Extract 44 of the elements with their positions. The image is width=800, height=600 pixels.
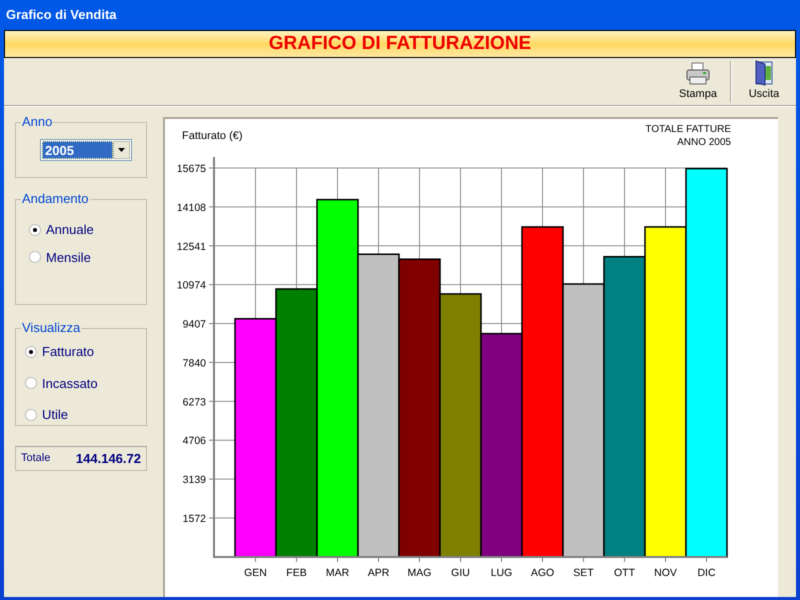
tick-label: 6273 xyxy=(182,396,206,408)
total-label: Totale xyxy=(21,451,50,466)
toolbar-button[interactable]: Stampa xyxy=(670,60,726,104)
radio-button[interactable] xyxy=(29,224,41,236)
tick-label: GIU xyxy=(451,567,470,579)
tick-label: 3139 xyxy=(182,474,206,486)
tick-label: 10974 xyxy=(176,280,206,292)
tick-label: 7840 xyxy=(182,357,206,370)
radio-label[interactable]: Utile xyxy=(42,405,68,424)
total-value: 144.146.72 xyxy=(76,450,141,468)
tick-label: 1572 xyxy=(182,513,206,525)
radio-button[interactable] xyxy=(29,251,41,264)
window-title: Grafico di Vendita xyxy=(6,6,117,24)
radio-label[interactable]: Mensile xyxy=(46,248,91,267)
tick-label: DIC xyxy=(697,567,716,579)
tick-label: 4706 xyxy=(182,435,206,448)
tick-label: OTT xyxy=(614,567,635,579)
tick-label: APR xyxy=(368,567,390,579)
tick-label: AGO xyxy=(530,567,554,579)
tick-label: MAR xyxy=(326,567,350,579)
tick-label: 14108 xyxy=(176,202,206,214)
radio-button[interactable] xyxy=(25,377,37,390)
year-dropdown[interactable]: 2005 xyxy=(40,139,132,161)
tick-label: 12541 xyxy=(176,240,206,253)
chart-caption: TOTALE FATTURE xyxy=(645,123,731,136)
toolbar-button[interactable]: Uscita xyxy=(736,60,792,104)
tick-label: LUG xyxy=(490,567,512,579)
axis-title: Fatturato (€) xyxy=(182,129,243,144)
radio-label[interactable]: Annuale xyxy=(46,220,94,240)
tick-label: FEB xyxy=(286,567,307,579)
tick-label: 9407 xyxy=(182,318,206,331)
door-icon xyxy=(753,60,775,86)
banner-title: GRAFICO DI FATTURAZIONE xyxy=(268,32,532,56)
tick-label: MAG xyxy=(408,567,432,579)
tick-label: 15675 xyxy=(176,163,206,175)
radio-button[interactable] xyxy=(25,408,37,421)
tick-label: SET xyxy=(573,567,594,579)
radio-button[interactable] xyxy=(25,346,37,358)
tick-label: NOV xyxy=(654,567,677,579)
printer-icon xyxy=(685,62,711,86)
radio-label[interactable]: Fatturato xyxy=(42,342,94,362)
radio-label[interactable]: Incassato xyxy=(42,374,98,393)
chart-caption: ANNO 2005 xyxy=(677,136,731,149)
tick-label: GEN xyxy=(244,567,267,579)
